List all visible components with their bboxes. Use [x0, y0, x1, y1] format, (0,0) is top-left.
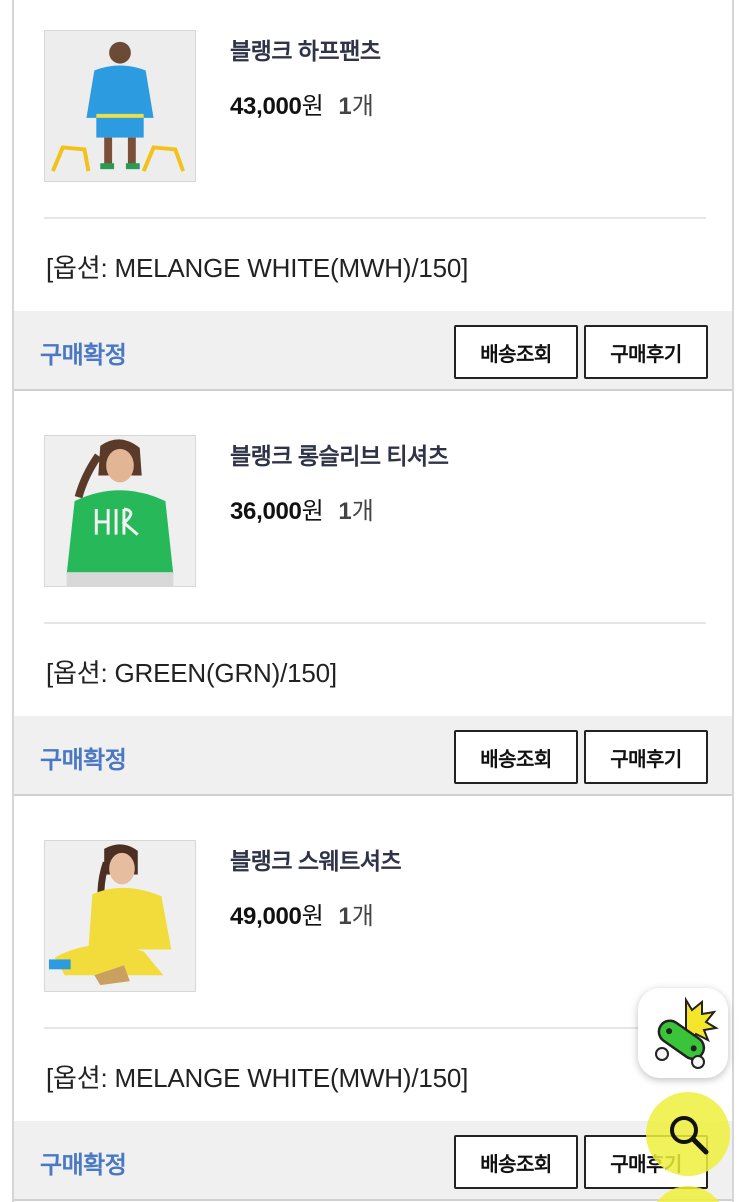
- floating-app-button[interactable]: [638, 988, 728, 1078]
- price-amount: 36,000: [230, 498, 302, 525]
- product-image: [45, 841, 195, 991]
- order-status: 구매확정: [40, 747, 127, 774]
- product-option: [옵션: GREEN(GRN)/150]: [46, 658, 337, 688]
- write-review-button[interactable]: 구매후기: [584, 325, 708, 379]
- divider: [44, 1027, 706, 1029]
- product-option: [옵션: MELANGE WHITE(MWH)/150]: [46, 1063, 469, 1093]
- product-thumbnail[interactable]: [44, 840, 196, 992]
- order-status: 구매확정: [40, 1152, 127, 1179]
- divider: [44, 217, 706, 219]
- order-action-bar: 구매확정 배송조회 구매후기: [14, 1121, 732, 1199]
- price-unit: 원: [301, 93, 324, 120]
- product-image: [45, 436, 195, 586]
- track-delivery-button[interactable]: 배송조회: [454, 1135, 578, 1189]
- order-action-bar: 구매확정 배송조회 구매후기: [14, 311, 732, 389]
- price-amount: 43,000: [230, 93, 302, 120]
- skateboard-icon: [655, 996, 719, 1069]
- product-name[interactable]: 블랭크 하프팬츠: [230, 32, 381, 66]
- price-line: 49,000원 1개: [230, 896, 374, 931]
- price-unit: 원: [301, 903, 324, 930]
- order-item: 블랭크 롱슬리브 티셔츠 36,000원 1개 [옵션: GREEN(GRN)/…: [14, 391, 732, 796]
- quantity-number: 1: [338, 93, 352, 120]
- write-review-button[interactable]: 구매후기: [584, 730, 708, 784]
- order-action-bar: 구매확정 배송조회 구매후기: [14, 716, 732, 794]
- quantity-unit: 개: [351, 93, 374, 120]
- quantity: 1개: [338, 903, 373, 930]
- price-amount: 49,000: [230, 903, 302, 930]
- quantity: 1개: [338, 93, 373, 120]
- divider: [44, 622, 706, 624]
- product-image: [45, 31, 195, 181]
- track-delivery-button[interactable]: 배송조회: [454, 325, 578, 379]
- price-line: 43,000원 1개: [230, 86, 374, 121]
- product-thumbnail[interactable]: [44, 30, 196, 182]
- order-status: 구매확정: [40, 342, 127, 369]
- order-list: 블랭크 하프팬츠 43,000원 1개 [옵션: MELANGE WHITE(M…: [12, 0, 734, 1202]
- floating-search-button[interactable]: [646, 1092, 730, 1176]
- quantity-number: 1: [338, 903, 352, 930]
- product-thumbnail[interactable]: [44, 435, 196, 587]
- quantity-number: 1: [338, 498, 352, 525]
- order-item: 블랭크 스웨트셔츠 49,000원 1개 [옵션: MELANGE WHITE(…: [14, 796, 732, 1201]
- track-delivery-button[interactable]: 배송조회: [454, 730, 578, 784]
- price-unit: 원: [301, 498, 324, 525]
- quantity: 1개: [338, 498, 373, 525]
- quantity-unit: 개: [351, 903, 374, 930]
- product-name[interactable]: 블랭크 롱슬리브 티셔츠: [230, 437, 449, 471]
- product-name[interactable]: 블랭크 스웨트셔츠: [230, 842, 402, 876]
- quantity-unit: 개: [351, 498, 374, 525]
- order-item: 블랭크 하프팬츠 43,000원 1개 [옵션: MELANGE WHITE(M…: [14, 0, 732, 391]
- search-icon: [670, 1116, 709, 1155]
- product-option: [옵션: MELANGE WHITE(MWH)/150]: [46, 253, 469, 283]
- price-line: 36,000원 1개: [230, 491, 374, 526]
